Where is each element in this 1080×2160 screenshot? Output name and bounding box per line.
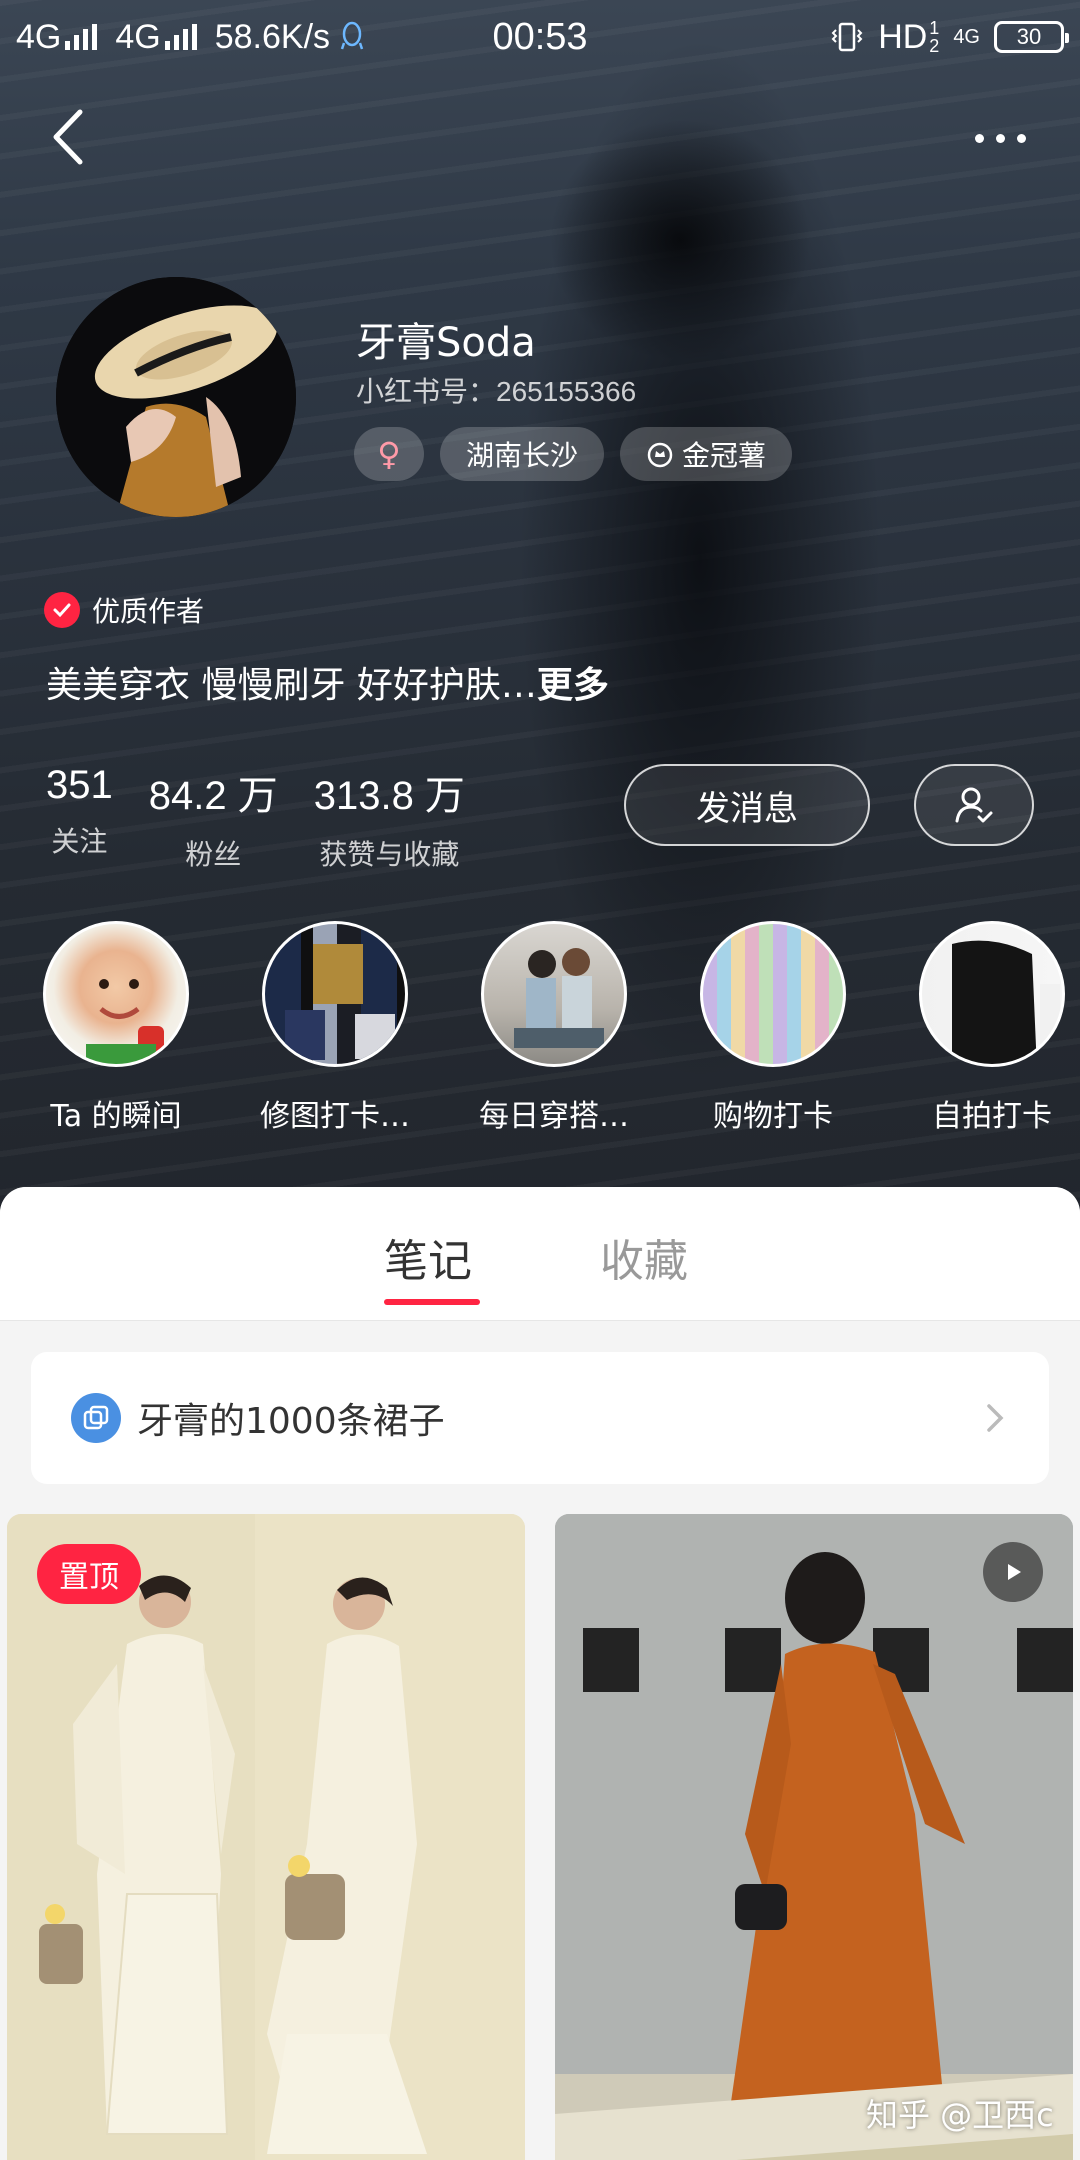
highlight-thumbnail xyxy=(262,921,408,1067)
more-options-button[interactable] xyxy=(960,118,1040,158)
profile-tags: ♀ 湖南长沙 金冠薯 xyxy=(354,427,793,481)
network-4g-indicator: 4G xyxy=(953,25,980,48)
location-tag: 湖南长沙 xyxy=(440,427,605,481)
highlight-thumbnail xyxy=(43,921,189,1067)
send-message-button[interactable]: 发消息 xyxy=(624,764,870,846)
highlight-thumbnail xyxy=(700,921,846,1067)
highlight-item[interactable]: 购物打卡 xyxy=(673,921,873,1135)
vibrate-icon xyxy=(831,22,863,52)
check-icon xyxy=(44,592,80,628)
signal-1: 4G xyxy=(16,18,98,57)
note-cover-image xyxy=(7,1514,525,2160)
level-badge[interactable]: 金冠薯 xyxy=(620,427,793,481)
signal-bars-icon xyxy=(164,24,197,50)
bio-text: 美美穿衣 慢慢刷牙 好好护肤… xyxy=(46,665,537,706)
gender-tag: ♀ xyxy=(354,427,424,481)
highlight-item[interactable]: 每日穿搭… xyxy=(454,921,654,1135)
profile-header: 4G 4G 58.6K/s 00:53 HD 1 2 4G 30 牙膏Soda … xyxy=(0,0,1080,1230)
status-bar: 4G 4G 58.6K/s 00:53 HD 1 2 4G 30 xyxy=(0,0,1080,74)
chevron-right-icon xyxy=(987,1404,1004,1432)
quality-author-badge[interactable]: 优质作者 xyxy=(44,590,204,630)
highlight-thumbnail xyxy=(919,921,1065,1067)
signal-bars-icon xyxy=(65,24,98,50)
stat-following[interactable]: 351 关注 xyxy=(46,763,113,873)
collection-title: 牙膏的1000条裙子 xyxy=(137,1401,445,1442)
active-tab-indicator xyxy=(384,1299,480,1305)
qq-notification-icon xyxy=(340,21,364,50)
note-card[interactable] xyxy=(555,1514,1073,2160)
bio[interactable]: 美美穿衣 慢慢刷牙 好好护肤…更多 xyxy=(46,656,609,708)
tab-collections[interactable]: 收藏 xyxy=(600,1225,688,1289)
network-speed: 58.6K/s xyxy=(214,17,331,56)
more-dot-icon xyxy=(1016,133,1026,143)
more-dot-icon xyxy=(974,133,984,143)
avatar[interactable] xyxy=(56,277,296,517)
content-sheet: 笔记 收藏 牙膏的1000条裙子 置顶 xyxy=(0,1187,1080,2160)
more-dot-icon xyxy=(995,133,1005,143)
watermark: 知乎 @卫西c xyxy=(866,2096,1054,2134)
red-id[interactable]: 小红书号：265155366 xyxy=(356,370,636,410)
highlight-item[interactable]: Ta 的瞬间 xyxy=(16,921,216,1135)
highlight-thumbnail xyxy=(481,921,627,1067)
tab-notes[interactable]: 笔记 xyxy=(384,1225,472,1289)
bio-more-link[interactable]: 更多 xyxy=(537,665,609,706)
female-icon: ♀ xyxy=(377,435,401,473)
stat-likes-collects[interactable]: 313.8 万 获赞与收藏 xyxy=(314,763,465,873)
note-card[interactable]: 置顶 xyxy=(7,1514,525,2160)
followed-status-button[interactable] xyxy=(914,764,1034,846)
hd-indicator: HD 1 2 xyxy=(878,17,940,56)
user-check-icon xyxy=(955,787,993,823)
tab-bar: 笔记 收藏 xyxy=(0,1187,1080,1321)
highlight-item[interactable]: 自拍打卡 xyxy=(892,921,1080,1135)
highlight-item[interactable]: 修图打卡… xyxy=(235,921,435,1135)
video-play-icon xyxy=(983,1542,1043,1602)
profile-name: 牙膏Soda xyxy=(356,320,536,366)
collection-entry[interactable]: 牙膏的1000条裙子 xyxy=(31,1352,1049,1484)
back-button[interactable] xyxy=(40,102,100,172)
chevron-left-icon xyxy=(53,109,83,165)
avatar-photo xyxy=(56,277,296,517)
crown-medal-icon xyxy=(647,442,673,468)
collection-icon xyxy=(71,1393,121,1443)
stats: 351 关注 84.2 万 粉丝 313.8 万 获赞与收藏 xyxy=(46,763,501,873)
note-cover-image xyxy=(555,1514,1073,2160)
battery-icon: 30 xyxy=(994,21,1069,53)
stat-followers[interactable]: 84.2 万 粉丝 xyxy=(149,763,278,873)
pinned-badge: 置顶 xyxy=(37,1544,141,1604)
signal-2: 4G xyxy=(115,18,197,57)
